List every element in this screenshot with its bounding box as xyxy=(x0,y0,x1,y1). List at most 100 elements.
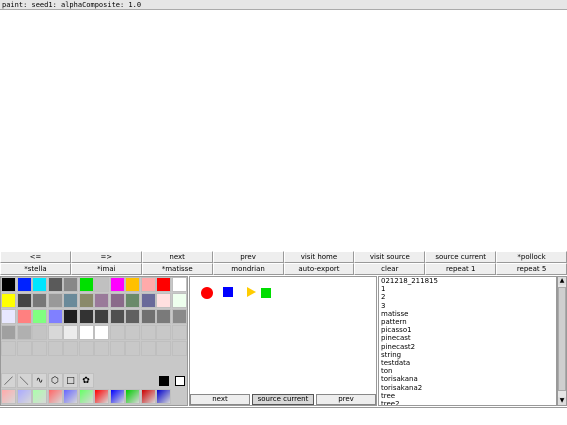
preview-red-circle[interactable] xyxy=(201,287,213,299)
color-swatch[interactable] xyxy=(47,325,63,340)
color-swatch[interactable] xyxy=(125,309,140,324)
imai-button[interactable]: *imai xyxy=(70,263,142,275)
scroll-down-icon[interactable]: ▼ xyxy=(558,397,566,405)
list-item[interactable]: pinecast2 xyxy=(379,343,556,351)
blend-swatch[interactable] xyxy=(63,389,78,404)
color-swatch[interactable] xyxy=(109,277,125,292)
color-swatch[interactable] xyxy=(78,325,94,340)
list-item[interactable]: 3 xyxy=(379,302,556,310)
preview-next-button[interactable]: next xyxy=(190,394,250,405)
color-swatch[interactable] xyxy=(63,293,78,308)
color-swatch[interactable] xyxy=(140,309,156,324)
color-swatch[interactable] xyxy=(140,325,156,340)
status-input[interactable] xyxy=(0,407,567,425)
list-item[interactable]: matisse xyxy=(379,310,556,318)
color-swatch[interactable] xyxy=(32,325,47,340)
color-swatch[interactable] xyxy=(16,309,32,324)
blend-swatch[interactable] xyxy=(156,389,171,404)
color-swatch[interactable] xyxy=(1,277,16,292)
stamp-tool-icon[interactable]: ✿ xyxy=(78,373,94,388)
color-swatch[interactable] xyxy=(171,277,187,292)
list-item[interactable]: pattern xyxy=(379,318,556,326)
prev-button[interactable]: prev xyxy=(212,251,284,263)
color-swatch[interactable] xyxy=(171,325,187,340)
color-swatch[interactable] xyxy=(171,309,187,324)
list-item[interactable]: testdata xyxy=(379,359,556,367)
color-swatch[interactable] xyxy=(109,341,125,356)
color-swatch[interactable] xyxy=(32,309,47,324)
blend-swatch[interactable] xyxy=(94,389,109,404)
curve-tool-icon[interactable]: ∿ xyxy=(32,373,47,388)
list-item[interactable]: picasso1 xyxy=(379,326,556,334)
list-item[interactable]: tree2 xyxy=(379,400,556,405)
pollock-button[interactable]: *pollock xyxy=(496,251,567,263)
blend-swatch[interactable] xyxy=(140,389,156,404)
blend-swatch[interactable] xyxy=(1,389,16,404)
color-swatch[interactable] xyxy=(1,341,16,356)
color-swatch[interactable] xyxy=(94,293,109,308)
list-scrollbar[interactable]: ▲ ▼ xyxy=(557,276,567,406)
color-swatch[interactable] xyxy=(94,309,109,324)
color-swatch[interactable] xyxy=(156,309,171,324)
scroll-thumb[interactable] xyxy=(558,287,566,391)
color-swatch[interactable] xyxy=(78,293,94,308)
list-item[interactable]: string xyxy=(379,351,556,359)
rect-tool-icon[interactable]: □ xyxy=(63,373,78,388)
color-swatch[interactable] xyxy=(63,277,78,292)
scroll-up-icon[interactable]: ▲ xyxy=(558,277,566,285)
color-swatch[interactable] xyxy=(16,293,32,308)
blend-swatch[interactable] xyxy=(109,389,125,404)
background-color-swatch[interactable] xyxy=(174,376,185,386)
list-item[interactable]: torisakana xyxy=(379,375,556,383)
color-swatch[interactable] xyxy=(125,341,140,356)
list-item[interactable]: 2 xyxy=(379,293,556,301)
color-swatch[interactable] xyxy=(63,325,78,340)
foreground-color-swatch[interactable] xyxy=(159,376,169,386)
drawing-canvas[interactable] xyxy=(0,11,567,250)
color-swatch[interactable] xyxy=(47,293,63,308)
color-swatch[interactable] xyxy=(171,341,187,356)
preview-source-current-button[interactable]: source current xyxy=(252,394,314,405)
color-swatch[interactable] xyxy=(32,293,47,308)
blend-swatch[interactable] xyxy=(125,389,140,404)
clear-button[interactable]: clear xyxy=(354,263,426,275)
list-item[interactable]: pinecast xyxy=(379,334,556,342)
stella-button[interactable]: *stella xyxy=(0,263,71,275)
mondrian-button[interactable]: mondrian xyxy=(212,263,284,275)
repeat-5-button[interactable]: repeat 5 xyxy=(496,263,567,275)
line-tool-icon[interactable]: ／ xyxy=(1,373,16,388)
color-swatch[interactable] xyxy=(94,325,109,340)
blend-swatch[interactable] xyxy=(78,389,94,404)
forward-button[interactable]: => xyxy=(70,251,142,263)
color-swatch[interactable] xyxy=(156,293,171,308)
color-swatch[interactable] xyxy=(32,341,47,356)
color-swatch[interactable] xyxy=(1,325,16,340)
polygon-tool-icon[interactable]: ⬡ xyxy=(47,373,63,388)
color-swatch[interactable] xyxy=(109,309,125,324)
color-swatch[interactable] xyxy=(1,309,16,324)
list-item[interactable]: torisakana2 xyxy=(379,384,556,392)
visit-source-button[interactable]: visit source xyxy=(354,251,426,263)
blend-swatch[interactable] xyxy=(32,389,47,404)
color-swatch[interactable] xyxy=(47,341,63,356)
list-item[interactable]: tree xyxy=(379,392,556,400)
color-swatch[interactable] xyxy=(140,293,156,308)
repeat-1-button[interactable]: repeat 1 xyxy=(425,263,497,275)
color-swatch[interactable] xyxy=(47,277,63,292)
preview-yellow-triangle[interactable] xyxy=(247,287,256,297)
color-swatch[interactable] xyxy=(16,341,32,356)
list-item[interactable]: 1 xyxy=(379,285,556,293)
list-item[interactable]: 021218_211815 xyxy=(379,277,556,285)
color-swatch[interactable] xyxy=(125,277,140,292)
next-button[interactable]: next xyxy=(141,251,213,263)
back-button[interactable]: <= xyxy=(0,251,71,263)
file-list[interactable]: 021218_211815 1 2 3 matisse pattern pica… xyxy=(378,276,557,406)
color-swatch[interactable] xyxy=(78,309,94,324)
color-swatch[interactable] xyxy=(125,325,140,340)
color-swatch[interactable] xyxy=(156,325,171,340)
color-swatch[interactable] xyxy=(94,277,109,292)
color-swatch[interactable] xyxy=(16,277,32,292)
color-swatch[interactable] xyxy=(140,341,156,356)
color-swatch[interactable] xyxy=(1,293,16,308)
visit-home-button[interactable]: visit home xyxy=(283,251,355,263)
